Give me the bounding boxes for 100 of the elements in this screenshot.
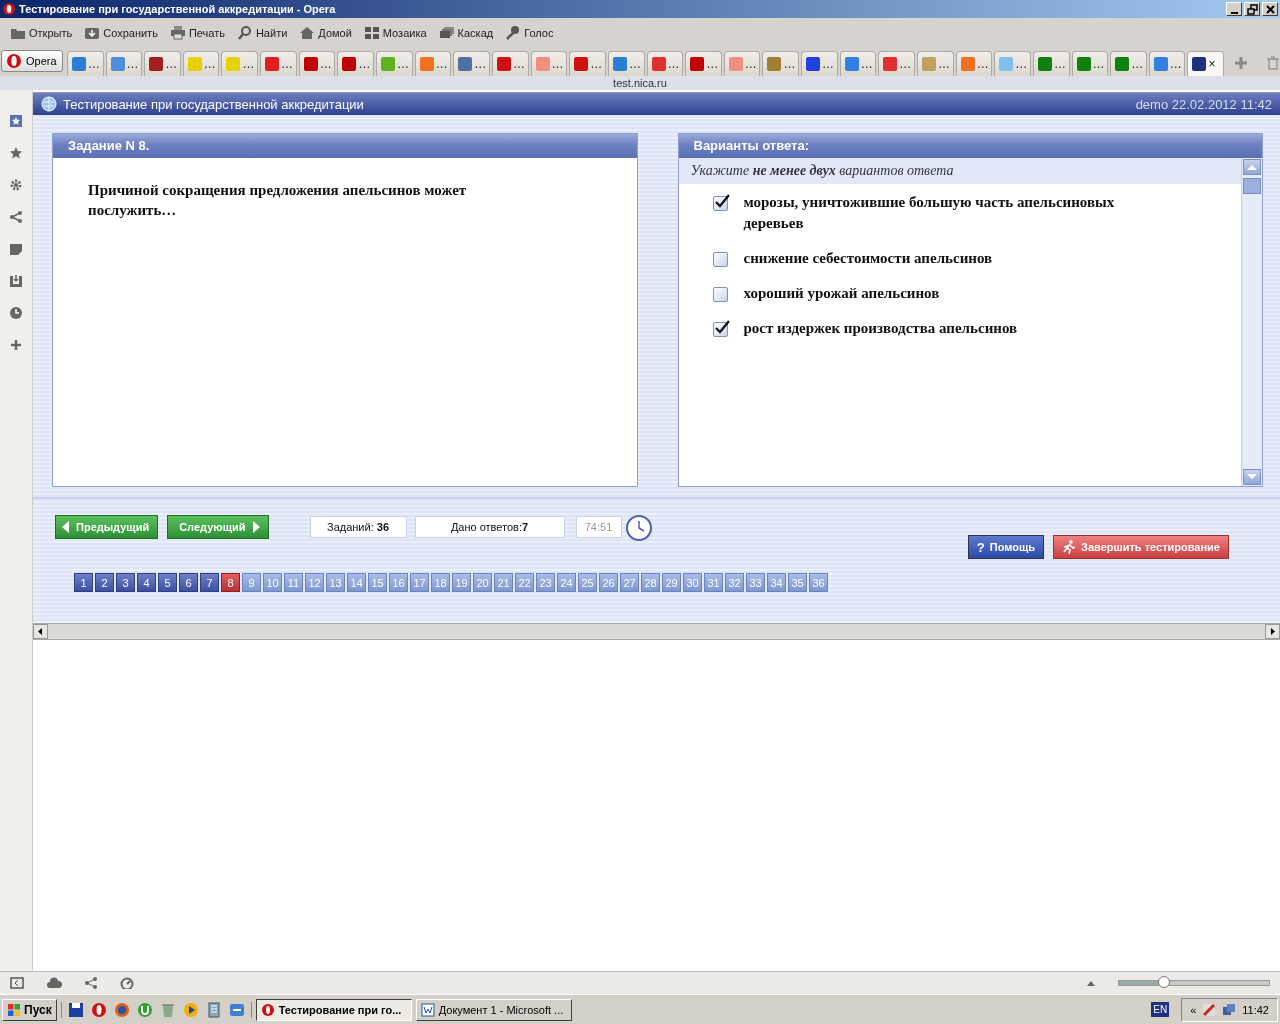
- opera-menu-button[interactable]: Opera: [1, 50, 63, 72]
- tab-title: …: [474, 57, 487, 71]
- toolbar-button[interactable]: Каскад: [436, 25, 496, 41]
- opera-logo-icon[interactable]: [90, 1001, 107, 1018]
- browser-tab[interactable]: …: [221, 51, 259, 76]
- browser-tab[interactable]: …: [646, 51, 684, 76]
- scroll-up-button[interactable]: [1243, 159, 1261, 175]
- browser-tab[interactable]: …: [491, 51, 529, 76]
- browser-tab[interactable]: …: [994, 51, 1031, 76]
- browser-tab[interactable]: …: [337, 51, 375, 76]
- browser-tab[interactable]: …: [105, 51, 143, 76]
- taskbar-button[interactable]: Документ 1 - Microsoft ...: [415, 998, 572, 1021]
- browser-tab[interactable]: …: [260, 51, 297, 76]
- question-number-button[interactable]: 8: [221, 573, 240, 592]
- tab-title: …: [1092, 57, 1105, 71]
- toolbar-button[interactable]: Открыть: [8, 25, 75, 41]
- scroll-left-button[interactable]: [33, 624, 48, 639]
- browser-tab[interactable]: …: [453, 51, 490, 76]
- browser-tab[interactable]: …: [878, 51, 915, 76]
- question-number-button[interactable]: 2: [95, 573, 114, 592]
- tab-title: …: [435, 57, 448, 71]
- browser-tab[interactable]: …: [1110, 51, 1147, 76]
- download-icon[interactable]: [9, 274, 23, 288]
- toolbar-button[interactable]: Сохранить: [82, 25, 160, 41]
- settings-icon[interactable]: [9, 178, 23, 192]
- share-icon[interactable]: [84, 977, 98, 989]
- share-icon[interactable]: [9, 210, 23, 224]
- browser-tab[interactable]: …: [144, 51, 181, 76]
- vertical-scrollbar[interactable]: [1241, 158, 1262, 486]
- browser-tab[interactable]: …: [1148, 51, 1186, 76]
- toolbar-button[interactable]: Найти: [234, 25, 290, 41]
- finish-test-button[interactable]: Завершить тестирование: [1053, 535, 1229, 559]
- toolbar-button[interactable]: Печать: [167, 25, 227, 41]
- browser-tab[interactable]: …: [1032, 51, 1070, 76]
- question-number-button[interactable]: 6: [179, 573, 198, 592]
- tab-title: …: [319, 57, 332, 71]
- note-icon[interactable]: [9, 242, 23, 256]
- restore-icon: [1246, 3, 1258, 15]
- scroll-thumb[interactable]: [1243, 178, 1261, 194]
- star-icon[interactable]: [9, 146, 23, 160]
- browser-tab[interactable]: …: [607, 51, 645, 76]
- tab-title: …: [165, 57, 178, 71]
- browser-tab[interactable]: …: [182, 51, 220, 76]
- browser-tab[interactable]: …: [955, 51, 993, 76]
- zoom-slider-thumb[interactable]: [1158, 976, 1170, 988]
- horizontal-scrollbar[interactable]: [33, 623, 1280, 640]
- toolbar-button[interactable]: Домой: [297, 25, 354, 41]
- triangle-up-icon[interactable]: [1086, 979, 1096, 987]
- toolbar-button[interactable]: Голос: [503, 25, 556, 41]
- clock-icon[interactable]: [9, 306, 23, 320]
- play-icon[interactable]: [182, 1001, 199, 1018]
- close-button[interactable]: [1262, 2, 1278, 16]
- recycle-bin-icon[interactable]: [159, 1001, 176, 1018]
- browser-tab[interactable]: …: [723, 51, 761, 76]
- minimize-button[interactable]: [1226, 2, 1242, 16]
- browser-tab[interactable]: …: [376, 51, 413, 76]
- browser-tab[interactable]: …: [530, 51, 568, 76]
- plus-icon[interactable]: [9, 338, 23, 352]
- answer-checkbox[interactable]: [712, 287, 728, 302]
- language-indicator[interactable]: EN: [1151, 1002, 1170, 1017]
- u-letter-icon[interactable]: [136, 1001, 153, 1018]
- panel-toggle-icon[interactable]: [10, 977, 24, 989]
- question-number-button[interactable]: 7: [200, 573, 219, 592]
- browser-tab[interactable]: …: [1071, 51, 1109, 76]
- cloud-icon[interactable]: [46, 977, 62, 989]
- question-number-button[interactable]: 1: [74, 573, 93, 592]
- tab-title: …: [706, 57, 719, 71]
- browser-tab[interactable]: …: [685, 51, 722, 76]
- browser-tab[interactable]: …: [839, 51, 877, 76]
- browser-tab[interactable]: …: [762, 51, 800, 76]
- browser-tab[interactable]: …: [298, 51, 336, 76]
- answer-checkbox[interactable]: [712, 252, 728, 267]
- question-number-button[interactable]: 4: [137, 573, 156, 592]
- panel-title: Задание N 8.: [53, 134, 637, 158]
- browser-tab[interactable]: ×: [1187, 51, 1225, 76]
- close-tab-button[interactable]: ×: [1208, 57, 1216, 71]
- restore-button[interactable]: [1244, 2, 1260, 16]
- window-icon[interactable]: [228, 1001, 245, 1018]
- question-number-button[interactable]: 3: [116, 573, 135, 592]
- browser-tab[interactable]: …: [569, 51, 606, 76]
- help-button[interactable]: ? Помощь: [967, 535, 1045, 559]
- calculator-icon[interactable]: [205, 1001, 222, 1018]
- start-button[interactable]: Пуск: [2, 998, 57, 1021]
- browser-tab[interactable]: …: [66, 51, 104, 76]
- scroll-down-button[interactable]: [1243, 469, 1261, 485]
- browser-tab[interactable]: …: [917, 51, 954, 76]
- browser-tab[interactable]: …: [414, 51, 452, 76]
- gauge-icon[interactable]: [120, 977, 134, 989]
- page-address: test.nica.ru: [613, 77, 667, 89]
- question-number-button[interactable]: 5: [158, 573, 177, 592]
- answer-checkbox[interactable]: [712, 196, 728, 211]
- home-icon: [299, 25, 316, 41]
- toolbar-button[interactable]: Мозаика: [361, 25, 429, 41]
- answer-checkbox[interactable]: [712, 322, 728, 337]
- monitors-icon[interactable]: [1222, 1002, 1237, 1017]
- star-bookmark-icon[interactable]: [9, 114, 23, 128]
- tray-expand-button[interactable]: «: [1190, 1003, 1197, 1016]
- taskbar-button[interactable]: Тестирование при го...: [255, 998, 412, 1021]
- browser-tab[interactable]: …: [801, 51, 838, 76]
- scroll-right-button[interactable]: [1265, 624, 1280, 639]
